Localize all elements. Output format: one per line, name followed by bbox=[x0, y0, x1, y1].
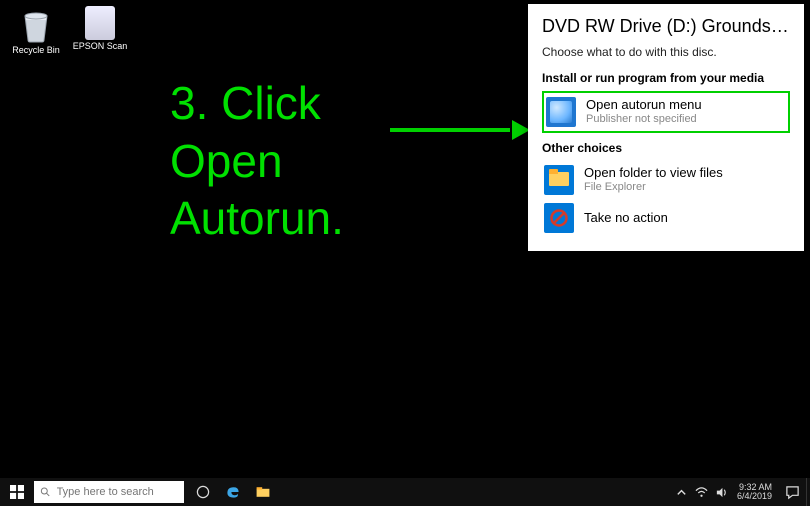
autoplay-section-other: Other choices bbox=[542, 141, 790, 155]
no-action-icon bbox=[544, 203, 574, 233]
annotation-arrow bbox=[390, 124, 530, 136]
tray-network-button[interactable] bbox=[695, 485, 709, 499]
scanner-icon bbox=[85, 6, 115, 40]
volume-icon bbox=[715, 486, 728, 499]
cortana-button[interactable] bbox=[188, 478, 218, 506]
action-center-button[interactable] bbox=[778, 478, 806, 506]
chevron-up-icon bbox=[675, 486, 688, 499]
autoplay-option-label: Take no action bbox=[584, 211, 668, 226]
taskbar-app-edge[interactable] bbox=[218, 478, 248, 506]
taskbar-app-file-explorer[interactable] bbox=[248, 478, 278, 506]
autoplay-option-label: Open autorun menu bbox=[586, 98, 702, 113]
windows-logo-icon bbox=[10, 485, 24, 499]
desktop-icon-epson-scan[interactable]: EPSON Scan bbox=[70, 6, 130, 52]
notification-icon bbox=[785, 485, 800, 500]
tray-overflow-button[interactable] bbox=[675, 485, 689, 499]
autoplay-flyout: DVD RW Drive (D:) Grounds… Choose what t… bbox=[528, 4, 804, 251]
autorun-icon bbox=[546, 97, 576, 127]
folder-icon bbox=[544, 165, 574, 195]
autoplay-option-sublabel: Publisher not specified bbox=[586, 113, 702, 127]
autoplay-option-label: Open folder to view files bbox=[584, 166, 723, 181]
search-input[interactable] bbox=[57, 486, 178, 498]
clock-date: 6/4/2019 bbox=[737, 492, 772, 501]
show-desktop-button[interactable] bbox=[806, 478, 810, 506]
tray-volume-button[interactable] bbox=[715, 485, 729, 499]
autoplay-subtitle: Choose what to do with this disc. bbox=[542, 45, 790, 59]
taskbar-search[interactable] bbox=[34, 481, 184, 503]
autoplay-option-open-folder[interactable]: Open folder to view files File Explorer bbox=[542, 161, 790, 199]
taskbar-clock[interactable]: 9:32 AM 6/4/2019 bbox=[731, 483, 778, 501]
start-button[interactable] bbox=[0, 478, 34, 506]
autoplay-option-sublabel: File Explorer bbox=[584, 181, 723, 195]
autoplay-title: DVD RW Drive (D:) Grounds… bbox=[542, 16, 790, 37]
desktop-icon-recycle-bin[interactable]: Recycle Bin bbox=[6, 6, 66, 56]
taskbar: 9:32 AM 6/4/2019 bbox=[0, 478, 810, 506]
autoplay-option-take-no-action[interactable]: Take no action bbox=[542, 199, 790, 237]
system-tray bbox=[673, 485, 731, 499]
instruction-text: 3. Click Open Autorun. bbox=[170, 75, 344, 248]
file-explorer-icon bbox=[255, 484, 271, 500]
autoplay-section-install: Install or run program from your media bbox=[542, 71, 790, 85]
cortana-icon bbox=[195, 484, 211, 500]
search-icon bbox=[40, 486, 51, 498]
edge-icon bbox=[225, 484, 241, 500]
autoplay-option-open-autorun[interactable]: Open autorun menu Publisher not specifie… bbox=[542, 91, 790, 133]
wifi-icon bbox=[695, 486, 708, 499]
recycle-bin-icon bbox=[19, 6, 53, 44]
desktop-icon-label: EPSON Scan bbox=[70, 42, 130, 52]
desktop-icon-label: Recycle Bin bbox=[6, 46, 66, 56]
